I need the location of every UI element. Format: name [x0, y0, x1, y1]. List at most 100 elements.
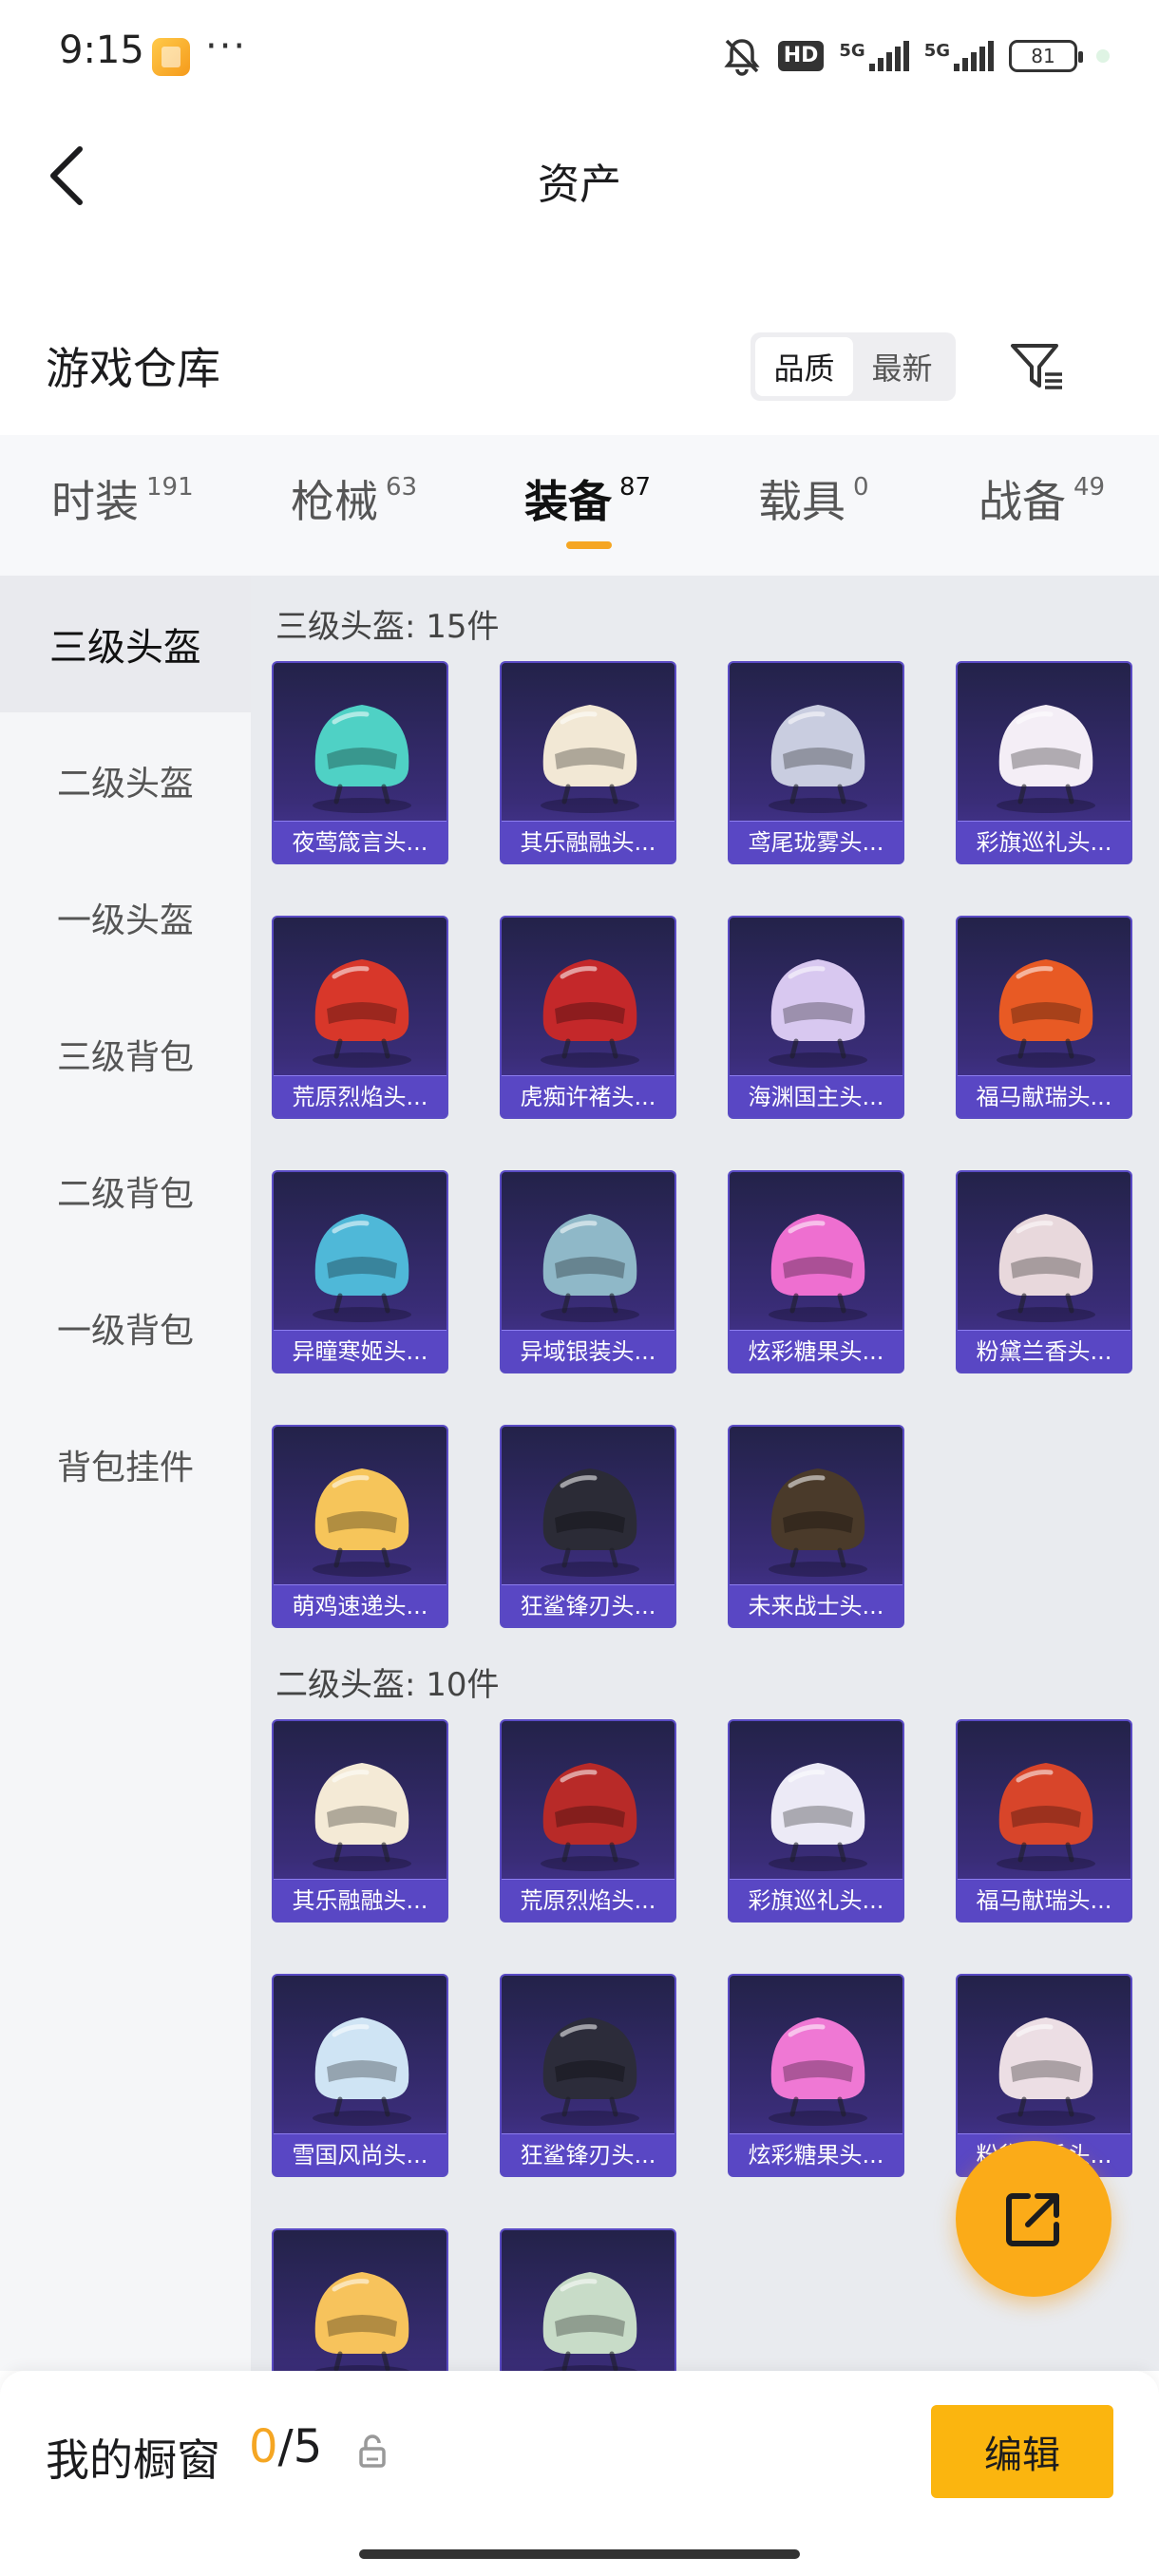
item-name: 福马献瑞头... [958, 1879, 1130, 1921]
helmet-icon [313, 1763, 411, 1871]
side-item-level1-backpack[interactable]: 一级背包 [0, 1260, 251, 1396]
filter-icon[interactable] [1005, 334, 1070, 399]
helmet-icon [313, 1214, 411, 1322]
page-title: 资产 [538, 161, 621, 209]
item-name: 未来战士头... [730, 1584, 902, 1626]
helmet-icon [769, 1214, 867, 1322]
item-card[interactable]: 未来战士头... [728, 1425, 904, 1628]
item-card[interactable]: 福马献瑞头... [956, 916, 1132, 1119]
share-icon [1006, 2193, 1059, 2246]
item-name: 荒原烈焰头... [274, 1075, 446, 1117]
item-card[interactable]: 荒原烈焰头... [272, 916, 448, 1119]
item-card[interactable]: 炫彩糖果头... [728, 1974, 904, 2177]
item-name: 异瞳寒姬头... [274, 1330, 446, 1372]
nav-bar: 资产 [0, 114, 1159, 237]
item-card[interactable]: 夜莺箴言头... [272, 661, 448, 864]
side-item-level2-backpack[interactable]: 二级背包 [0, 1123, 251, 1260]
showcase-count: 0/5 [249, 2420, 323, 2473]
helmet-icon [541, 1214, 639, 1322]
more-notifications-icon: ··· [205, 25, 248, 68]
home-indicator [359, 2549, 800, 2559]
battery-icon: 81 [1009, 40, 1083, 72]
signal-icon-2: 5G [924, 41, 994, 71]
sort-toggle: 品质 最新 [750, 332, 956, 401]
item-card[interactable]: 粉黛兰香头... [956, 1170, 1132, 1373]
item-card[interactable]: 异瞳寒姬头... [272, 1170, 448, 1373]
item-name: 粉黛兰香头... [958, 1330, 1130, 1372]
item-grid: 三级头盔: 15件 夜莺箴言头... 其乐融融头... 鸢尾珑雾头... 彩旗巡礼头.… [251, 576, 1159, 2371]
helmet-icon [541, 1763, 639, 1871]
item-name: 雪国风尚头... [274, 2133, 446, 2175]
item-name: 荒原烈焰头... [502, 1879, 674, 1921]
helmet-icon [769, 959, 867, 1068]
item-name: 炫彩糖果头... [730, 1330, 902, 1372]
active-tab-indicator [566, 541, 612, 549]
helmet-icon [769, 705, 867, 813]
helmet-icon [769, 1763, 867, 1871]
helmet-icon [997, 2017, 1095, 2126]
item-name: 其乐融融头... [502, 821, 674, 862]
status-bar: 9:15 ··· HD 5G 5G 81 [0, 0, 1159, 114]
helmet-icon [541, 2017, 639, 2126]
helmet-icon [541, 1468, 639, 1577]
helmet-icon [541, 705, 639, 813]
item-card[interactable]: 其乐融融头... [272, 1719, 448, 1923]
lock-icon [359, 2434, 386, 2468]
item-card[interactable]: 炫彩糖果头... [728, 1170, 904, 1373]
item-card[interactable] [500, 2228, 676, 2371]
status-time: 9:15 [59, 28, 144, 72]
item-card[interactable] [272, 2228, 448, 2371]
item-card[interactable]: 异域银装头... [500, 1170, 676, 1373]
category-tabs: 时装 191 枪械 63 装备 87 载具 0 战备 49 [0, 435, 1159, 576]
edit-button[interactable]: 编辑 [931, 2405, 1113, 2498]
item-name: 其乐融融头... [274, 1879, 446, 1921]
tab-supplies[interactable]: 战备 49 [978, 467, 1105, 530]
item-card[interactable]: 狂鲨锋刃头... [500, 1425, 676, 1628]
item-name: 鸢尾珑雾头... [730, 821, 902, 862]
side-item-level1-helmet[interactable]: 一级头盔 [0, 849, 251, 986]
tab-weapons[interactable]: 枪械 63 [291, 467, 417, 530]
item-card[interactable]: 海渊国主头... [728, 916, 904, 1119]
side-item-level3-backpack[interactable]: 三级背包 [0, 986, 251, 1123]
helmet-icon [542, 2272, 638, 2371]
helmet-icon [313, 2017, 411, 2126]
item-card[interactable]: 狂鲨锋刃头... [500, 1974, 676, 2177]
item-card[interactable]: 虎痴许褚头... [500, 916, 676, 1119]
helmet-icon [769, 2017, 867, 2126]
helmet-icon [313, 1468, 411, 1577]
share-button[interactable] [956, 2141, 1112, 2297]
tab-vehicles[interactable]: 载具 0 [758, 467, 869, 530]
side-item-level2-helmet[interactable]: 二级头盔 [0, 712, 251, 849]
item-name: 海渊国主头... [730, 1075, 902, 1117]
item-card[interactable]: 雪国风尚头... [272, 1974, 448, 2177]
mute-icon [721, 35, 763, 77]
hd-voice-icon: HD [777, 41, 825, 71]
item-card[interactable]: 彩旗巡礼头... [956, 661, 1132, 864]
side-item-backpack-charm[interactable]: 背包挂件 [0, 1396, 251, 1533]
item-name: 狂鲨锋刃头... [502, 2133, 674, 2175]
side-item-level3-helmet[interactable]: 三级头盔 [0, 576, 251, 712]
indicator-dot [1096, 49, 1110, 63]
item-name: 狂鲨锋刃头... [502, 1584, 674, 1626]
item-name: 夜莺箴言头... [274, 821, 446, 862]
item-name: 彩旗巡礼头... [730, 1879, 902, 1921]
item-card[interactable]: 其乐融融头... [500, 661, 676, 864]
sort-by-quality-button[interactable]: 品质 [755, 337, 853, 396]
helmet-icon [997, 1763, 1095, 1871]
item-name: 彩旗巡礼头... [958, 821, 1130, 862]
tab-equipment[interactable]: 装备 87 [524, 467, 651, 530]
item-card[interactable]: 彩旗巡礼头... [728, 1719, 904, 1923]
item-card[interactable]: 福马献瑞头... [956, 1719, 1132, 1923]
helmet-icon [769, 1468, 867, 1577]
helmet-icon [314, 2272, 410, 2371]
item-card[interactable]: 荒原烈焰头... [500, 1719, 676, 1923]
tab-fashion[interactable]: 时装 191 [51, 467, 194, 530]
warehouse-title: 游戏仓库 [46, 343, 220, 394]
item-card[interactable]: 鸢尾珑雾头... [728, 661, 904, 864]
item-card[interactable]: 萌鸡速递头... [272, 1425, 448, 1628]
helmet-icon [997, 959, 1095, 1068]
helmet-icon [313, 705, 411, 813]
side-menu: 三级头盔 二级头盔 一级头盔 三级背包 二级背包 一级背包 背包挂件 [0, 576, 251, 2371]
showcase-title: 我的橱窗 [46, 2434, 220, 2486]
sort-by-newest-button[interactable]: 最新 [853, 337, 951, 396]
